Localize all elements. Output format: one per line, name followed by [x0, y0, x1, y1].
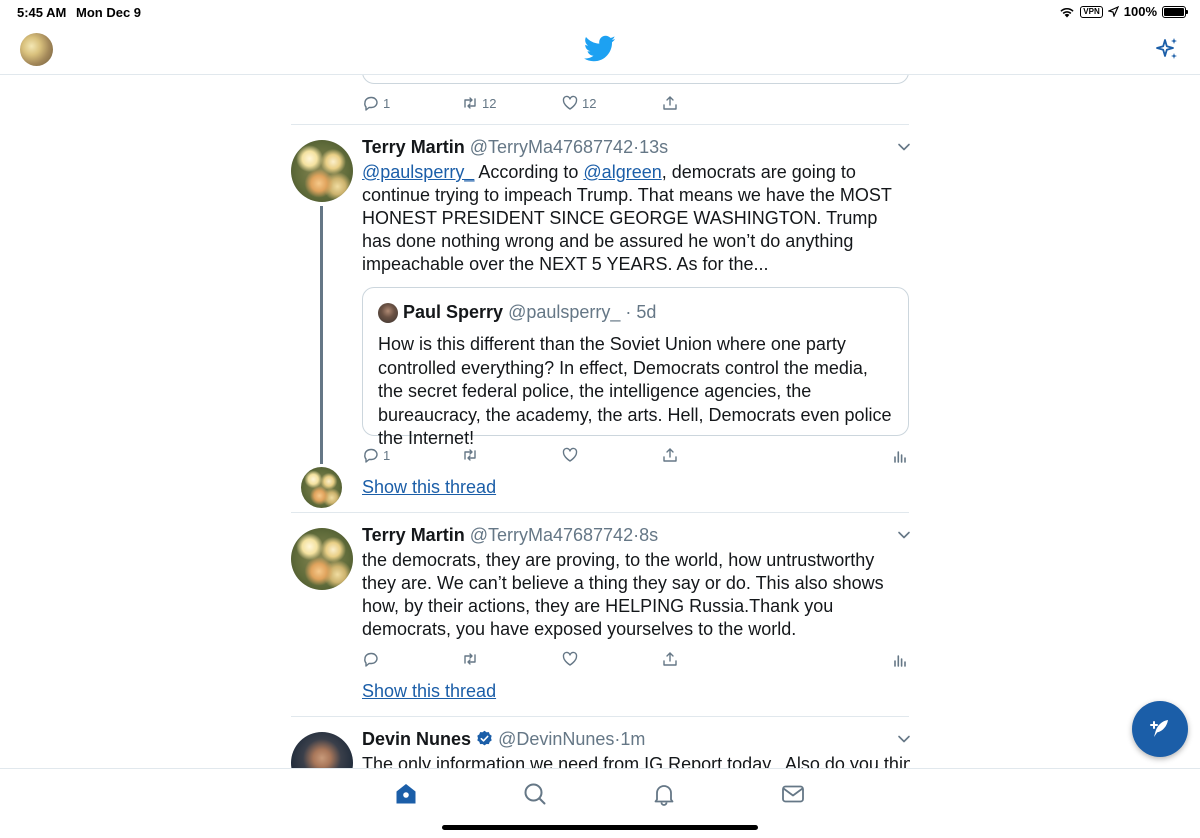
- share-icon: [663, 448, 677, 462]
- chevron-down-icon[interactable]: [896, 139, 912, 155]
- quoted-author-handle: @paulsperry_: [508, 302, 621, 322]
- share-icon: [663, 96, 677, 110]
- battery-percent: 100%: [1123, 4, 1157, 19]
- reply-button[interactable]: 1: [362, 446, 390, 464]
- retweet-icon: [464, 653, 476, 665]
- share-icon: [663, 652, 677, 666]
- heart-icon: [562, 95, 578, 110]
- thread-connector-line: [320, 206, 323, 464]
- thread-mini-avatar[interactable]: [301, 467, 342, 508]
- sparkle-icon[interactable]: [1154, 36, 1180, 62]
- tweet-text: The only information we need from IG Rep…: [362, 754, 910, 768]
- tweet-text: @paulsperry_ According to @algreen, demo…: [362, 161, 910, 276]
- tweet-header: Devin Nunes @DevinNunes·1m: [362, 729, 645, 750]
- author-handle[interactable]: @TerryMa47687742: [470, 525, 633, 545]
- quote-card-partial[interactable]: [362, 75, 909, 84]
- retweet-button[interactable]: 12: [461, 94, 496, 112]
- mention-link[interactable]: @paulsperry_: [362, 162, 474, 182]
- tweet-actions: 1: [362, 446, 910, 466]
- analytics-bars-icon[interactable]: [892, 448, 908, 464]
- reply-icon: [364, 96, 378, 111]
- author-handle[interactable]: @DevinNunes: [498, 729, 614, 749]
- tweet-avatar[interactable]: [291, 140, 353, 202]
- heart-icon: [562, 447, 578, 462]
- quoted-tweet-header: Paul Sperry @paulsperry_ · 5d: [403, 302, 656, 323]
- retweet-button[interactable]: [461, 650, 479, 668]
- quoted-author-name: Paul Sperry: [403, 302, 504, 322]
- reply-button[interactable]: [362, 650, 380, 668]
- tweet-text-segment: According to: [474, 162, 584, 182]
- search-icon[interactable]: [522, 781, 548, 807]
- tweet-divider: [291, 716, 909, 717]
- author-name[interactable]: Terry Martin: [362, 525, 465, 545]
- heart-icon: [562, 651, 578, 666]
- quoted-tweet-text: How is this different than the Soviet Un…: [378, 334, 892, 448]
- home-indicator-bar[interactable]: [442, 825, 758, 830]
- reply-count: 1: [383, 447, 391, 463]
- tweet-timestamp[interactable]: 13s: [639, 137, 668, 157]
- reply-button[interactable]: 1: [362, 94, 390, 112]
- quoted-timestamp: 5d: [636, 302, 657, 322]
- mention-link[interactable]: @algreen: [583, 162, 661, 182]
- author-name[interactable]: Terry Martin: [362, 137, 465, 157]
- meta-separator: ·: [625, 302, 632, 322]
- messages-envelope-icon[interactable]: [780, 781, 806, 807]
- status-bar: 5:45 AM Mon Dec 9 VPN 100%: [0, 0, 1200, 24]
- profile-avatar-button[interactable]: [20, 33, 53, 66]
- wifi-icon: [1060, 7, 1074, 17]
- quoted-author-avatar: [378, 303, 398, 323]
- like-button[interactable]: [561, 650, 579, 668]
- status-indicators: VPN 100%: [1059, 4, 1188, 19]
- reply-icon: [364, 652, 378, 667]
- tweet-divider: [291, 512, 909, 513]
- top-nav-bar: [0, 24, 1200, 75]
- author-handle[interactable]: @TerryMa47687742: [470, 137, 633, 157]
- status-time: 5:45 AM: [17, 5, 67, 20]
- like-button[interactable]: 12: [561, 94, 596, 112]
- like-button[interactable]: [561, 446, 579, 464]
- quoted-tweet-card[interactable]: Paul Sperry @paulsperry_ · 5d How is thi…: [362, 287, 909, 448]
- retweet-icon: [464, 449, 476, 461]
- timeline-feed[interactable]: 1 12 12 Terry Martin @TerryMa47687742·13…: [0, 75, 1200, 768]
- chevron-down-icon[interactable]: [896, 731, 912, 747]
- tweet-header: Terry Martin @TerryMa47687742·8s: [362, 525, 658, 546]
- tweet-actions: 1 12 12: [362, 94, 910, 114]
- tweet-timestamp[interactable]: 8s: [639, 525, 658, 545]
- like-count: 12: [582, 95, 597, 111]
- show-thread-link[interactable]: Show this thread: [362, 681, 496, 702]
- tweet-avatar[interactable]: [291, 732, 353, 768]
- tweet-actions: [362, 650, 910, 670]
- retweet-icon: [464, 97, 476, 109]
- verified-badge-icon: [477, 730, 492, 746]
- tweet-divider: [291, 124, 909, 125]
- chevron-down-icon[interactable]: [896, 527, 912, 543]
- retweet-button[interactable]: [461, 446, 479, 464]
- location-arrow-icon: [1107, 6, 1119, 17]
- tweet-timestamp[interactable]: 1m: [620, 729, 645, 749]
- analytics-bars-icon[interactable]: [892, 652, 908, 668]
- tweet-header: Terry Martin @TerryMa47687742·13s: [362, 137, 668, 158]
- share-button[interactable]: [661, 94, 679, 112]
- retweet-count: 12: [482, 95, 497, 111]
- twitter-bird-icon[interactable]: [584, 35, 616, 63]
- reply-icon: [364, 448, 378, 463]
- compose-feather-icon: [1150, 720, 1168, 737]
- tweet-avatar[interactable]: [291, 528, 353, 590]
- reply-count: 1: [383, 95, 391, 111]
- show-thread-link[interactable]: Show this thread: [362, 477, 496, 498]
- notifications-bell-icon[interactable]: [651, 781, 677, 807]
- compose-tweet-button[interactable]: [1132, 701, 1188, 757]
- home-icon[interactable]: [393, 781, 419, 807]
- share-button[interactable]: [661, 446, 679, 464]
- tweet-text: the democrats, they are proving, to the …: [362, 550, 884, 639]
- status-date: Mon Dec 9: [76, 5, 142, 20]
- battery-icon: [1162, 5, 1188, 18]
- share-button[interactable]: [661, 650, 679, 668]
- vpn-badge: VPN: [1080, 5, 1103, 18]
- author-name[interactable]: Devin Nunes: [362, 729, 471, 749]
